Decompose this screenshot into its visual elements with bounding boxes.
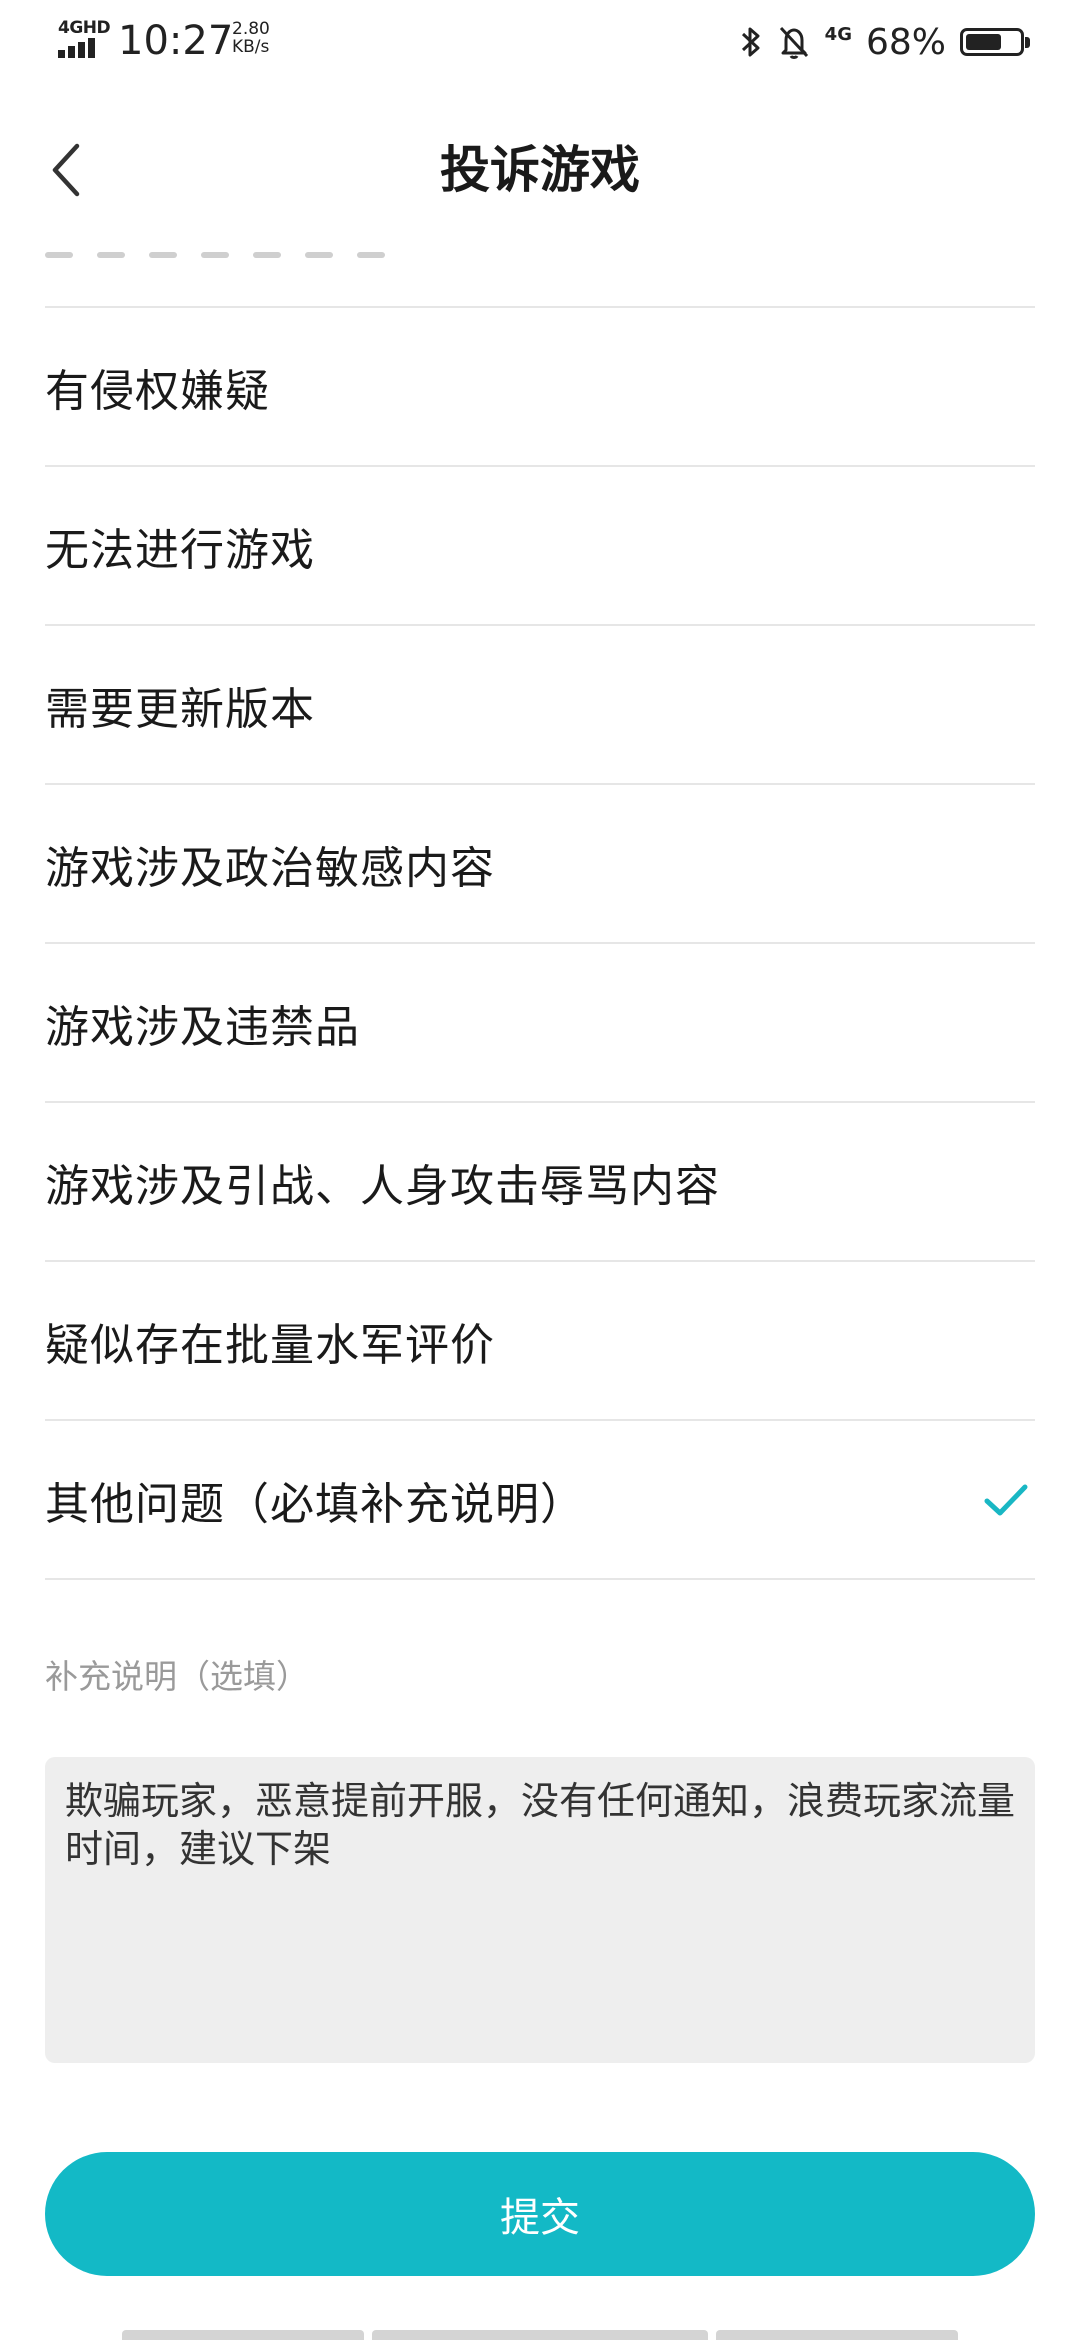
- complaint-option[interactable]: 需要更新版本: [45, 626, 1035, 785]
- complaint-option[interactable]: 游戏涉及政治敏感内容: [45, 785, 1035, 944]
- complaint-option[interactable]: 疑似存在批量水军评价: [45, 1262, 1035, 1421]
- complaint-option-label: 游戏涉及引战、人身攻击辱骂内容: [45, 1160, 720, 1212]
- complaint-option[interactable]: 游戏涉及引战、人身攻击辱骂内容: [45, 1103, 1035, 1262]
- complaint-option[interactable]: 有侵权嫌疑: [45, 308, 1035, 467]
- network-type: 4GHD: [58, 18, 111, 38]
- complaint-option[interactable]: 游戏涉及违禁品: [45, 944, 1035, 1103]
- complaint-option-label: 无法进行游戏: [45, 524, 315, 576]
- page-title: 投诉游戏: [440, 141, 640, 199]
- clock: 10:27: [118, 18, 234, 64]
- complaint-option-label: 游戏涉及违禁品: [45, 1001, 360, 1053]
- nav-hint-center: [372, 2330, 708, 2340]
- complaint-option-label: 其他问题（必填补充说明）: [45, 1478, 585, 1530]
- network-speed: 2.80 KB/s: [232, 20, 270, 56]
- battery-fill: [966, 34, 1001, 50]
- header: 投诉游戏: [0, 84, 1080, 252]
- complaint-option-label: 需要更新版本: [45, 683, 315, 735]
- complaint-option-label: 游戏涉及政治敏感内容: [45, 842, 495, 894]
- supplement-input[interactable]: 欺骗玩家，恶意提前开服，没有任何通知，浪费玩家流量时间，建议下架: [45, 1757, 1035, 2063]
- complaint-option-label: 疑似存在批量水军评价: [45, 1319, 495, 1371]
- nav-hint-right: [716, 2330, 958, 2340]
- mute-bell-icon: [777, 24, 811, 60]
- complaint-options-list: 有侵权嫌疑无法进行游戏 需要更新版本游戏涉及政治敏感内容 游戏涉及违禁品游戏涉及引战…: [45, 306, 1035, 1580]
- nav-hint-left: [122, 2330, 364, 2340]
- network-speed-value: 2.80: [232, 19, 270, 39]
- complaint-option[interactable]: 无法进行游戏: [45, 467, 1035, 626]
- battery-icon: [960, 28, 1030, 56]
- submit-button[interactable]: 提交: [45, 2152, 1035, 2276]
- checkmark-icon: [984, 1484, 1028, 1515]
- status-icons: 4G 68%: [739, 18, 1030, 66]
- battery-percent: 68%: [865, 21, 946, 63]
- cell-type: 4G: [824, 23, 852, 45]
- scrolled-item-remnant: [45, 240, 445, 262]
- supplement-label: 补充说明（选填）: [45, 1657, 309, 1696]
- bluetooth-icon: [739, 24, 763, 60]
- complaint-page: 4GHD 10:27 2.80 KB/s 4G 68% 投诉游戏 有侵权嫌疑 无…: [0, 0, 1080, 2340]
- network-speed-unit: KB/s: [232, 37, 270, 57]
- complaint-option[interactable]: 其他问题（必填补充说明）: [45, 1421, 1035, 1580]
- complaint-option-label: 有侵权嫌疑: [45, 365, 270, 417]
- status-bar: 4GHD 10:27 2.80 KB/s 4G 68%: [0, 0, 1080, 84]
- signal-icon: [58, 38, 95, 58]
